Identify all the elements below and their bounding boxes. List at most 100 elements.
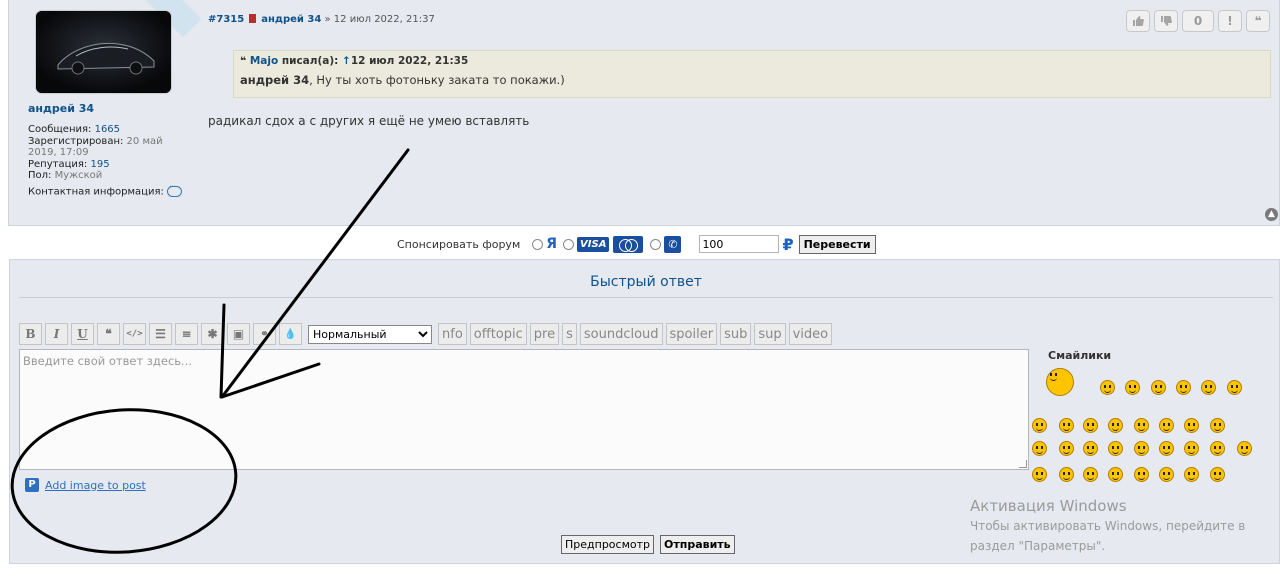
like-icon[interactable] [1126, 10, 1150, 32]
smiley-icon[interactable] [1184, 467, 1199, 482]
smiley-icon[interactable] [1184, 418, 1199, 433]
quote-icon: ❝ [240, 55, 247, 67]
code-icon[interactable]: </> [123, 323, 146, 345]
smiley-icon[interactable] [1032, 441, 1047, 456]
post-document-icon[interactable] [249, 14, 257, 23]
tag-spoiler[interactable]: spoiler [665, 323, 718, 345]
tag-nfo[interactable]: nfo [438, 323, 467, 345]
visa-icon: VISA [577, 236, 610, 252]
quote-block: ❝ Majo писал(а): ↑12 июл 2022, 21:35 анд… [233, 50, 1271, 98]
tag-s[interactable]: s [562, 323, 577, 345]
smiley-icon[interactable] [1032, 467, 1047, 482]
list-icon[interactable]: ☰ [149, 323, 172, 345]
post-author-name[interactable]: андрей 34 [28, 102, 94, 115]
smiley-icon[interactable] [1159, 441, 1174, 456]
smiley-icon[interactable] [1159, 467, 1174, 482]
quote-header: ❝ Majo писал(а): ↑12 июл 2022, 21:35 [240, 55, 469, 67]
smiley-icon[interactable] [1210, 467, 1225, 482]
post-number-link[interactable]: #7315 [208, 14, 244, 25]
sponsor-bar: Спонсировать форум Я VISA ✆ ₽ Перевести [397, 233, 876, 255]
color-drop-icon[interactable]: 💧 [279, 323, 302, 345]
preview-button[interactable]: Предпросмотр [561, 535, 654, 554]
radio-yandex[interactable] [532, 238, 544, 250]
asterisk-icon[interactable]: ✱ [201, 323, 224, 345]
smiley-icon[interactable] [1032, 418, 1047, 433]
italic-button[interactable]: I [45, 323, 68, 345]
transfer-button[interactable]: Перевести [798, 234, 876, 254]
quote-button[interactable]: ❝ [1246, 10, 1270, 32]
profile-info: Сообщения: 1665 Зарегистрирован: 20 май … [28, 124, 188, 198]
post-date: 12 июл 2022, 21:37 [333, 14, 435, 25]
smiley-icon[interactable] [1134, 441, 1149, 456]
post-header: #7315 андрей 34 » 12 июл 2022, 21:37 [208, 14, 435, 25]
smiley-icon[interactable] [1159, 418, 1174, 433]
smiley-icon[interactable] [1134, 467, 1149, 482]
quote-source-link[interactable]: ↑12 июл 2022, 21:35 [342, 55, 468, 67]
smiley-icon[interactable] [1083, 467, 1098, 482]
avatar[interactable] [36, 11, 171, 93]
smiley-icon[interactable] [1134, 418, 1149, 433]
smiley-icon[interactable] [1059, 418, 1074, 433]
reply-textarea[interactable]: Введите свой ответ здесь... [19, 349, 1029, 470]
tag-soundcloud[interactable]: soundcloud [579, 323, 663, 345]
smiley-icon[interactable] [1125, 380, 1140, 395]
smiley-icon[interactable] [1108, 418, 1123, 433]
resize-handle[interactable] [1019, 460, 1027, 468]
postimage-icon: P [25, 478, 39, 492]
amount-input[interactable] [699, 235, 780, 253]
tag-offtopic[interactable]: offtopic [469, 323, 527, 345]
tag-sub[interactable]: sub [720, 323, 752, 345]
report-button[interactable]: ! [1218, 10, 1242, 32]
quick-reply-title: Быстрый ответ [19, 274, 1273, 298]
smiley-icon[interactable] [1151, 380, 1166, 395]
smileys-title: Смайлики [1048, 349, 1112, 362]
submit-button[interactable]: Отправить [660, 535, 735, 554]
smiley-icon[interactable] [1176, 380, 1191, 395]
add-image-link[interactable]: Add image to post [45, 479, 146, 492]
car-avatar-image [36, 11, 171, 93]
add-image: P Add image to post [25, 478, 146, 492]
smiley-icon[interactable] [1227, 380, 1242, 395]
reputation-link[interactable]: 195 [90, 159, 109, 170]
post-body: радикал сдох а с других я ещё не умею вс… [208, 114, 530, 128]
windows-activation-watermark: Активация Windows Чтобы активировать Win… [970, 497, 1246, 553]
smiley-icon[interactable] [1201, 380, 1216, 395]
smiley-icon[interactable] [1083, 418, 1098, 433]
editor-toolbar: B I U ❝ </> ☰ ≡ ✱ ▣ ⚭ 💧 Нормальный nfo o… [19, 323, 833, 345]
smiley-icon[interactable] [1059, 467, 1074, 482]
bold-button[interactable]: B [19, 323, 42, 345]
smiley-icon[interactable] [1059, 441, 1074, 456]
tag-sup[interactable]: sup [754, 323, 786, 345]
image-icon[interactable]: ▣ [227, 323, 250, 345]
smiley-icon[interactable] [1210, 441, 1225, 456]
dislike-icon[interactable] [1154, 10, 1178, 32]
radio-visa[interactable] [563, 238, 575, 250]
ordered-list-icon[interactable]: ≡ [175, 323, 198, 345]
smiley-icon[interactable] [1237, 441, 1252, 456]
tag-video[interactable]: video [788, 323, 833, 345]
tag-pre[interactable]: pre [529, 323, 560, 345]
font-size-select[interactable]: Нормальный [308, 324, 432, 344]
smiley-icon[interactable] [1184, 441, 1199, 456]
underline-button[interactable]: U [71, 323, 94, 345]
messages-count-link[interactable]: 1665 [95, 124, 120, 135]
sponsor-label: Спонсировать форум [397, 237, 521, 251]
contact-bubble-icon[interactable] [166, 182, 182, 197]
post-actions: 0 ! ❝ [1126, 10, 1270, 32]
quote-text: андрей 34, Ну ты хоть фотоньку заката то… [240, 73, 565, 87]
smiley-icon[interactable] [1210, 418, 1225, 433]
quote-icon[interactable]: ❝ [97, 323, 120, 345]
smiley-icon[interactable] [1083, 441, 1098, 456]
smiley-accordion-icon[interactable] [1046, 368, 1074, 396]
link-icon[interactable]: ⚭ [253, 323, 276, 345]
back-to-top-icon[interactable]: ▲ [1265, 208, 1278, 221]
mastercard-icon [613, 235, 644, 253]
smiley-icon[interactable] [1108, 467, 1123, 482]
smiley-icon[interactable] [1100, 380, 1115, 395]
radio-phone[interactable] [650, 238, 662, 250]
post: андрей 34 Сообщения: 1665 Зарегистрирова… [8, 0, 1280, 226]
quote-author-link[interactable]: Majo [250, 55, 278, 67]
post-header-author[interactable]: андрей 34 [261, 14, 321, 25]
yandex-icon: Я [546, 236, 558, 252]
smiley-icon[interactable] [1108, 441, 1123, 456]
